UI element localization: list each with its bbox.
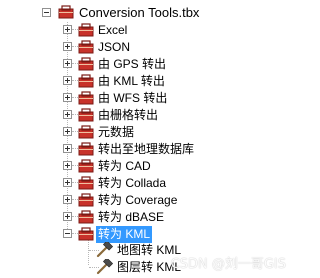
toolset-toolbox-icon (78, 193, 94, 207)
toolset-label[interactable]: 元数据 (96, 124, 136, 141)
toolset-label[interactable]: 转为 CAD (96, 158, 153, 175)
toolset-toolbox-icon (78, 227, 94, 241)
toolset-toolbox-icon (78, 108, 94, 122)
hammer-tool-icon (96, 242, 113, 258)
toolset-toolbox-icon (78, 57, 94, 71)
toolset-label[interactable]: 转为 Coverage (96, 192, 179, 209)
toolset-label[interactable]: 由栅格转出 (96, 107, 160, 124)
toolset-expand-toggle[interactable] (63, 178, 72, 187)
toolset-collapse-toggle[interactable] (63, 229, 72, 238)
toolset-label[interactable]: 由 GPS 转出 (96, 56, 168, 73)
toolset-expand-toggle[interactable] (63, 127, 72, 136)
toolset-toolbox-icon (78, 142, 94, 156)
toolbox-collapse-toggle[interactable] (42, 8, 51, 17)
toolset-expand-toggle[interactable] (63, 110, 72, 119)
toolset-expand-toggle[interactable] (63, 59, 72, 68)
toolset-label[interactable]: 转为 KML (96, 226, 153, 243)
tree-guide-line-child (88, 238, 89, 265)
toolset-expand-toggle[interactable] (63, 144, 72, 153)
toolset-label[interactable]: Excel (96, 22, 129, 39)
toolset-label[interactable]: 转出至地理数据库 (96, 141, 196, 158)
catalog-tree: Conversion Tools.tbx Excel JSON 由 GPS 转出由 … (0, 0, 296, 278)
toolset-label[interactable]: JSON (96, 39, 132, 56)
toolset-expand-toggle[interactable] (63, 195, 72, 204)
toolset-toolbox-icon (78, 74, 94, 88)
toolset-toolbox-icon (78, 125, 94, 139)
toolset-label[interactable]: 转为 dBASE (96, 209, 166, 226)
watermark-text: CSDN @刘一哥GIS (170, 257, 286, 272)
toolset-toolbox-icon (78, 210, 94, 224)
toolset-expand-toggle[interactable] (63, 93, 72, 102)
toolset-expand-toggle[interactable] (63, 42, 72, 51)
toolset-label[interactable]: 转为 Collada (96, 175, 168, 192)
toolset-expand-toggle[interactable] (63, 25, 72, 34)
toolset-toolbox-icon (78, 40, 94, 54)
toolset-toolbox-icon (78, 159, 94, 173)
toolset-expand-toggle[interactable] (63, 76, 72, 85)
toolset-toolbox-icon (78, 23, 94, 37)
toolbox-label[interactable]: Conversion Tools.tbx (77, 4, 201, 21)
toolset-toolbox-icon (78, 176, 94, 190)
toolset-toolbox-icon (78, 91, 94, 105)
toolset-expand-toggle[interactable] (63, 212, 72, 221)
toolset-expand-toggle[interactable] (63, 161, 72, 170)
toolset-label[interactable]: 由 KML 转出 (96, 73, 167, 90)
toolset-label[interactable]: 由 WFS 转出 (96, 90, 169, 107)
toolbox-icon (58, 5, 74, 19)
hammer-tool-icon (96, 259, 113, 275)
